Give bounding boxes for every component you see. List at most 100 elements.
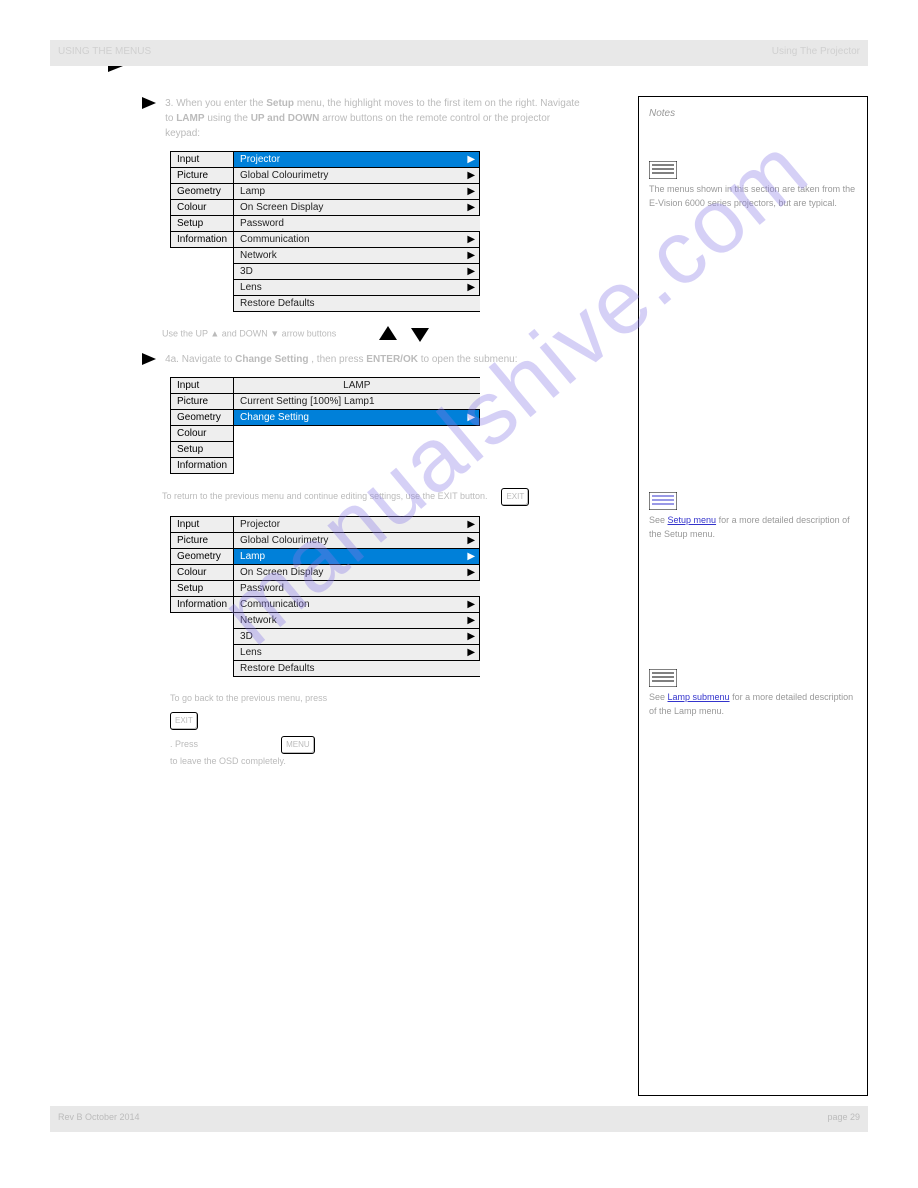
item-comm[interactable]: Communication bbox=[234, 597, 464, 613]
item-lamp[interactable]: Lamp bbox=[234, 549, 464, 565]
note-icon bbox=[649, 492, 857, 510]
side-geometry[interactable]: Geometry bbox=[171, 549, 234, 565]
item-colourimetry[interactable]: Global Colourimetry bbox=[234, 533, 464, 549]
osd-menu-setup-lamp: Input Projector ▶ Picture Global Colouri… bbox=[170, 516, 628, 677]
step3-label: 3. bbox=[165, 98, 173, 109]
step-4: Use the UP ▲ and DOWN ▼ arrow buttons bbox=[142, 326, 628, 342]
step-5: To go back to the previous menu, press E… bbox=[170, 691, 628, 769]
lamp-change[interactable]: Change Setting bbox=[234, 410, 464, 426]
lamp-title: LAMP bbox=[234, 378, 480, 394]
note-1-text: The menus shown in this section are take… bbox=[649, 183, 857, 210]
note-icon bbox=[649, 161, 857, 179]
header-left: USING THE MENUS bbox=[58, 46, 151, 57]
step4a-bold: Change Setting bbox=[235, 354, 308, 365]
side-picture[interactable]: Picture bbox=[171, 533, 234, 549]
note-2-link[interactable]: Setup menu bbox=[668, 515, 717, 525]
note-icon bbox=[649, 669, 857, 687]
item-colourimetry[interactable]: Global Colourimetry bbox=[234, 168, 464, 184]
chevron-right-icon: ▶ bbox=[464, 280, 480, 296]
side-picture[interactable]: Picture bbox=[171, 168, 234, 184]
item-3d[interactable]: 3D bbox=[234, 629, 464, 645]
item-lamp[interactable]: Lamp bbox=[234, 184, 464, 200]
item-password[interactable]: Password bbox=[234, 581, 480, 597]
step5-t3: to leave the OSD completely. bbox=[170, 756, 286, 766]
footer-bar: Rev B October 2014 page 29 bbox=[50, 1106, 868, 1132]
item-lens[interactable]: Lens bbox=[234, 280, 464, 296]
step4a-t3: to open the submenu: bbox=[421, 354, 518, 365]
step5-t2: . Press bbox=[170, 739, 201, 749]
footer-left: Rev B October 2014 bbox=[58, 1112, 140, 1122]
item-3d[interactable]: 3D bbox=[234, 264, 464, 280]
side-input[interactable]: Input bbox=[171, 152, 234, 168]
step3-b2: LAMP bbox=[176, 113, 204, 124]
item-projector[interactable]: Projector bbox=[234, 152, 464, 168]
chevron-right-icon: ▶ bbox=[464, 264, 480, 280]
side-info[interactable]: Information bbox=[171, 597, 234, 613]
chevron-right-icon: ▶ bbox=[464, 549, 480, 565]
chevron-right-icon: ▶ bbox=[464, 629, 480, 645]
chevron-right-icon: ▶ bbox=[464, 597, 480, 613]
exit-key-icon: EXIT bbox=[501, 488, 529, 506]
step4-text: Use the UP ▲ and DOWN ▼ arrow buttons bbox=[162, 329, 336, 339]
chevron-right-icon: ▶ bbox=[464, 613, 480, 629]
header-bar: USING THE MENUS Using The Projector bbox=[50, 40, 868, 66]
side-setup[interactable]: Setup bbox=[171, 581, 234, 597]
side-info[interactable]: Information bbox=[171, 458, 234, 474]
notes-panel: Notes The menus shown in this section ar… bbox=[638, 96, 868, 1096]
footer-right: page 29 bbox=[827, 1112, 860, 1122]
step4a-label: 4a. bbox=[165, 354, 179, 365]
chevron-right-icon: ▶ bbox=[464, 565, 480, 581]
note-3-link[interactable]: Lamp submenu bbox=[668, 692, 730, 702]
step5-t1: To go back to the previous menu, press bbox=[170, 693, 327, 703]
item-network[interactable]: Network bbox=[234, 613, 464, 629]
osd-menu-lamp: Input LAMP Picture Current Setting [100%… bbox=[170, 377, 628, 474]
step3-t3: using the bbox=[207, 113, 250, 124]
menu-key-icon: MENU bbox=[281, 736, 315, 754]
item-restore[interactable]: Restore Defaults bbox=[234, 296, 480, 312]
step-3: 3. When you enter the Setup menu, the hi… bbox=[142, 96, 628, 141]
step3-arrows: UP and DOWN bbox=[251, 113, 320, 124]
side-setup[interactable]: Setup bbox=[171, 216, 234, 232]
lamp-current: Current Setting [100%] Lamp1 bbox=[234, 394, 480, 410]
down-arrow-icon bbox=[411, 326, 429, 342]
notes-heading: Notes bbox=[649, 107, 857, 121]
header-right: Using The Projector bbox=[772, 46, 860, 57]
chevron-right-icon: ▶ bbox=[464, 152, 480, 168]
side-colour[interactable]: Colour bbox=[171, 565, 234, 581]
side-picture[interactable]: Picture bbox=[171, 394, 234, 410]
item-projector[interactable]: Projector bbox=[234, 517, 464, 533]
item-restore[interactable]: Restore Defaults bbox=[234, 661, 480, 677]
note-3-pre: See bbox=[649, 692, 668, 702]
chevron-right-icon: ▶ bbox=[464, 645, 480, 661]
side-geometry[interactable]: Geometry bbox=[171, 410, 234, 426]
chevron-right-icon: ▶ bbox=[464, 533, 480, 549]
step4a-t1: Navigate to bbox=[182, 354, 235, 365]
chevron-right-icon: ▶ bbox=[464, 410, 480, 426]
side-geometry[interactable]: Geometry bbox=[171, 184, 234, 200]
chevron-right-icon: ▶ bbox=[464, 248, 480, 264]
step-4b: To return to the previous menu and conti… bbox=[142, 488, 628, 506]
side-colour[interactable]: Colour bbox=[171, 200, 234, 216]
side-info[interactable]: Information bbox=[171, 232, 234, 248]
item-osd[interactable]: On Screen Display bbox=[234, 565, 464, 581]
step-4a: 4a. Navigate to Change Setting , then pr… bbox=[142, 352, 628, 367]
item-lens[interactable]: Lens bbox=[234, 645, 464, 661]
up-arrow-icon bbox=[379, 326, 397, 342]
item-network[interactable]: Network bbox=[234, 248, 464, 264]
item-osd[interactable]: On Screen Display bbox=[234, 200, 464, 216]
item-password[interactable]: Password bbox=[234, 216, 480, 232]
chevron-right-icon: ▶ bbox=[464, 200, 480, 216]
step4a-t2: , then press bbox=[311, 354, 366, 365]
note-2-pre: See bbox=[649, 515, 668, 525]
side-input[interactable]: Input bbox=[171, 378, 234, 394]
item-comm[interactable]: Communication bbox=[234, 232, 464, 248]
osd-menu-setup-projector: Input Projector ▶ Picture Global Colouri… bbox=[170, 151, 628, 312]
side-colour[interactable]: Colour bbox=[171, 426, 234, 442]
side-setup[interactable]: Setup bbox=[171, 442, 234, 458]
exit-key-icon: EXIT bbox=[170, 712, 198, 730]
chevron-right-icon: ▶ bbox=[464, 517, 480, 533]
step3-b1: Setup bbox=[266, 98, 294, 109]
chevron-right-icon: ▶ bbox=[464, 168, 480, 184]
chevron-right-icon: ▶ bbox=[464, 184, 480, 200]
side-input[interactable]: Input bbox=[171, 517, 234, 533]
